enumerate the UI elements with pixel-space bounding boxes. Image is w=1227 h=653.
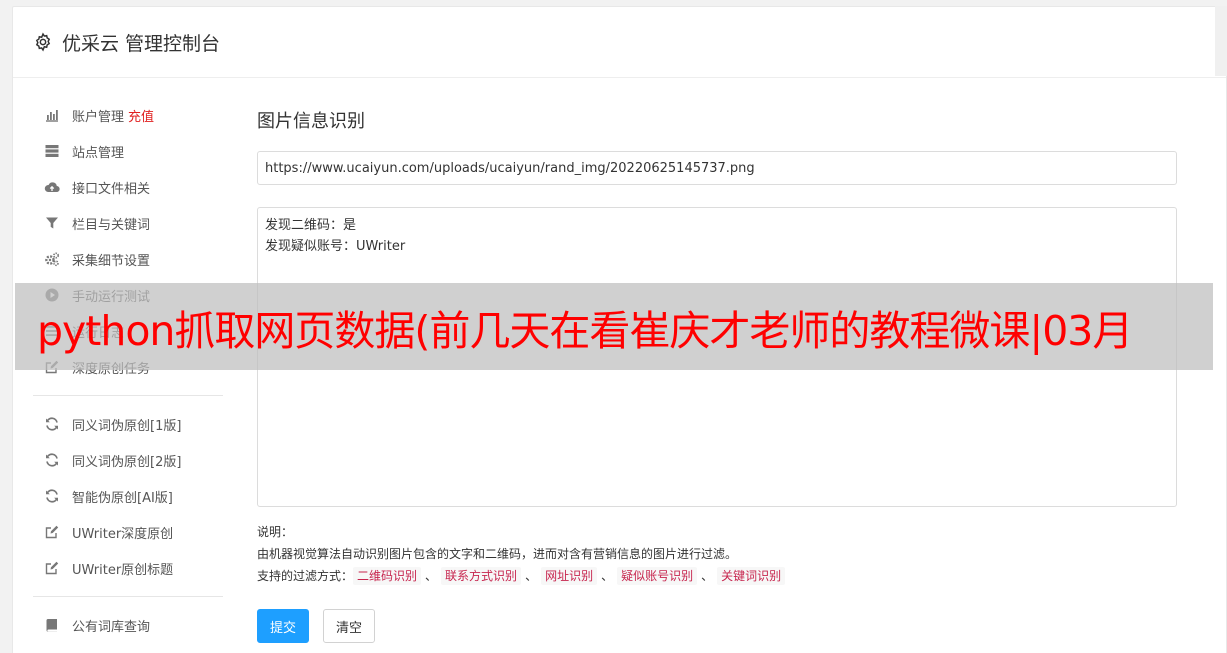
sidebar-item[interactable]: 同义词伪原创[2版] bbox=[33, 442, 223, 478]
filter-tag: 疑似账号识别 bbox=[617, 567, 698, 585]
sidebar-item-label: 账户管理 bbox=[72, 109, 125, 125]
sidebar-item-label: 公有词库查询 bbox=[72, 619, 151, 635]
sidebar-item[interactable]: 公有词库查询 bbox=[33, 607, 223, 643]
page-title: 优采云 管理控制台 bbox=[62, 32, 221, 55]
main-panel: 图片信息识别 发现二维码：是发现疑似账号：UWriter 说明： 由机器视觉算法… bbox=[257, 107, 1177, 643]
section-title: 图片信息识别 bbox=[257, 111, 365, 132]
description-text: 由机器视觉算法自动识别图片包含的文字和二维码，进而对含有营销信息的图片进行过滤。 bbox=[257, 547, 738, 561]
filter-tag: 二维码识别 bbox=[353, 567, 422, 585]
edit-icon bbox=[43, 523, 61, 541]
scrollbar[interactable] bbox=[1215, 6, 1227, 76]
sidebar-divider bbox=[33, 395, 223, 396]
sidebar-item[interactable]: 智能伪原创[AI版] bbox=[33, 478, 223, 514]
sidebar-item[interactable]: 采集细节设置 bbox=[33, 241, 223, 277]
edit-icon bbox=[43, 559, 61, 577]
tag-separator: 、 bbox=[701, 569, 714, 583]
sidebar-item-label: 智能伪原创[AI版] bbox=[72, 490, 173, 506]
filter-icon bbox=[43, 214, 61, 232]
image-url-input[interactable] bbox=[257, 151, 1177, 185]
sidebar-group-rewrite: 同义词伪原创[1版] 同义词伪原创[2版] 智能伪原创[AI版] UWriter深度原… bbox=[33, 406, 223, 586]
book-icon bbox=[43, 616, 61, 634]
sidebar-item[interactable]: 栏目与关键词 bbox=[33, 205, 223, 241]
sidebar-group-lexicon: 公有词库查询 bbox=[33, 607, 223, 643]
sidebar: 账户管理充值站点管理接口文件相关栏目与关键词采集细节设置手动运行测试运行日志深度… bbox=[33, 97, 223, 643]
refresh-icon bbox=[43, 487, 61, 505]
filter-methods: 支持的过滤方式： 二维码识别、联系方式识别、网址识别、疑似账号识别、关键词识别 bbox=[257, 565, 1177, 587]
bar-chart-icon bbox=[43, 106, 61, 124]
description: 说明： 由机器视觉算法自动识别图片包含的文字和二维码，进而对含有营销信息的图片进… bbox=[257, 521, 1177, 587]
action-buttons: 提交 清空 bbox=[257, 609, 1177, 643]
refresh-icon bbox=[43, 451, 61, 469]
refresh-icon bbox=[43, 415, 61, 433]
sidebar-item-label: 接口文件相关 bbox=[72, 181, 151, 197]
submit-button[interactable]: 提交 bbox=[257, 609, 310, 643]
gear-icon bbox=[35, 32, 51, 52]
filter-tag: 联系方式识别 bbox=[441, 567, 522, 585]
description-label: 说明： bbox=[257, 525, 294, 539]
sidebar-item[interactable]: 接口文件相关 bbox=[33, 169, 223, 205]
sidebar-item[interactable]: 账户管理 充值 bbox=[33, 97, 223, 133]
sidebar-item[interactable]: UWriter原创标题 bbox=[33, 550, 223, 586]
sidebar-item[interactable]: 同义词伪原创[1版] bbox=[33, 406, 223, 442]
sidebar-item[interactable]: 站点管理 bbox=[33, 133, 223, 169]
sidebar-item-label: 站点管理 bbox=[72, 145, 125, 161]
sidebar-item-label: UWriter深度原创 bbox=[72, 526, 174, 542]
sidebar-item-label: 采集细节设置 bbox=[72, 253, 151, 269]
cloud-upload-icon bbox=[43, 178, 61, 196]
gears-icon bbox=[43, 250, 61, 268]
tag-separator: 、 bbox=[525, 569, 538, 583]
result-line: 发现二维码：是 bbox=[265, 218, 357, 233]
recharge-link[interactable]: 充值 bbox=[128, 106, 154, 125]
sidebar-item-label: UWriter原创标题 bbox=[72, 562, 174, 578]
sidebar-item[interactable]: UWriter深度原创 bbox=[33, 514, 223, 550]
result-line: 发现疑似账号：UWriter bbox=[265, 239, 406, 254]
sidebar-divider bbox=[33, 596, 223, 597]
clear-button[interactable]: 清空 bbox=[323, 609, 376, 643]
sidebar-item-label: 同义词伪原创[2版] bbox=[72, 454, 182, 470]
filter-tag: 关键词识别 bbox=[717, 567, 786, 585]
sidebar-item-label: 同义词伪原创[1版] bbox=[72, 418, 182, 434]
console-header: 优采云 管理控制台 bbox=[13, 7, 1226, 78]
tag-separator: 、 bbox=[425, 569, 438, 583]
banner-text: python抓取网页数据(前几天在看崔庆才老师的教程微课|03月 bbox=[37, 306, 1133, 355]
filter-tag: 网址识别 bbox=[541, 567, 598, 585]
sidebar-item-label: 栏目与关键词 bbox=[72, 217, 151, 233]
filter-label: 支持的过滤方式： bbox=[257, 569, 354, 583]
tag-separator: 、 bbox=[601, 569, 614, 583]
server-icon bbox=[43, 142, 61, 160]
overlay-banner: python抓取网页数据(前几天在看崔庆才老师的教程微课|03月 bbox=[15, 283, 1213, 370]
